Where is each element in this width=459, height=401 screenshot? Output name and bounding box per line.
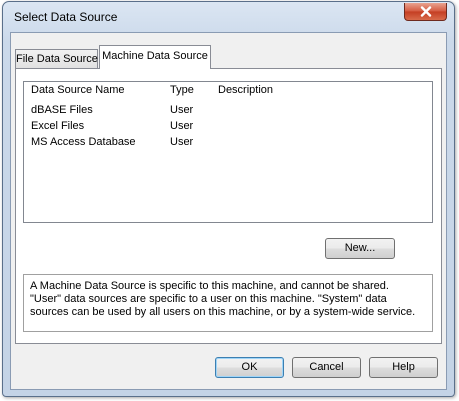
ok-button[interactable]: OK xyxy=(215,357,284,378)
list-item[interactable]: Excel Files User xyxy=(24,119,432,135)
close-icon xyxy=(420,6,432,17)
close-button[interactable] xyxy=(404,3,447,21)
window-title: Select Data Source xyxy=(14,10,118,24)
column-header-type[interactable]: Type xyxy=(170,84,194,96)
tab-machine-data-source[interactable]: Machine Data Source xyxy=(99,45,211,69)
cancel-button[interactable]: Cancel xyxy=(292,357,361,378)
tab-file-data-source[interactable]: File Data Source xyxy=(15,49,98,68)
new-button[interactable]: New... xyxy=(325,238,395,259)
help-button[interactable]: Help xyxy=(369,357,438,378)
list-header: Data Source Name Type Description xyxy=(24,82,432,100)
data-source-type: User xyxy=(170,120,194,132)
title-bar[interactable]: Select Data Source xyxy=(3,2,454,32)
data-source-name: MS Access Database xyxy=(31,136,136,148)
dialog-client-area: File Data Source Machine Data Source Dat… xyxy=(10,32,447,390)
dialog-window: Select Data Source File Data Source Mach… xyxy=(2,1,455,397)
tab-panel-machine-data-source: Data Source Name Type Description dBASE … xyxy=(15,68,442,344)
data-source-name: Excel Files xyxy=(31,120,85,132)
list-item[interactable]: MS Access Database User xyxy=(24,135,432,151)
description-text: A Machine Data Source is specific to thi… xyxy=(23,274,433,332)
list-item[interactable]: dBASE Files User xyxy=(24,103,432,119)
data-source-name: dBASE Files xyxy=(31,104,93,116)
column-header-data-source-name[interactable]: Data Source Name xyxy=(31,84,125,96)
data-source-list[interactable]: Data Source Name Type Description dBASE … xyxy=(23,81,433,223)
data-source-type: User xyxy=(170,104,194,116)
column-header-description[interactable]: Description xyxy=(218,84,273,96)
data-source-type: User xyxy=(170,136,194,148)
